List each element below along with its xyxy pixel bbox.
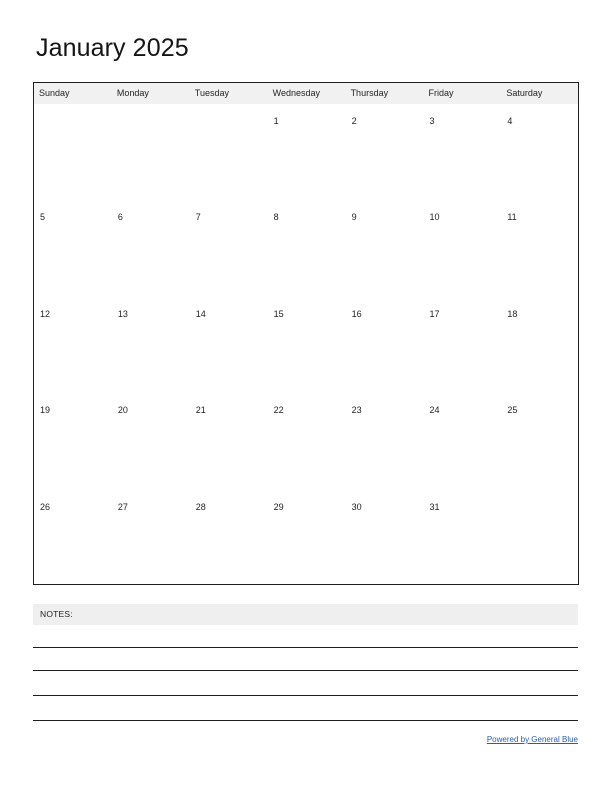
calendar-week-row: 12 13 14 15 16 17 18 bbox=[34, 297, 578, 393]
day-number: 30 bbox=[351, 501, 362, 512]
calendar-week-row: 5 6 7 8 9 10 11 bbox=[34, 200, 578, 296]
day-number: 6 bbox=[117, 212, 123, 223]
calendar-day-cell[interactable]: 31 bbox=[423, 490, 501, 586]
calendar-day-cell[interactable]: 26 bbox=[34, 490, 112, 586]
powered-by-link[interactable]: Powered by General Blue bbox=[487, 735, 578, 744]
day-number: 31 bbox=[429, 501, 440, 512]
weekday-header-monday: Monday bbox=[116, 88, 149, 98]
calendar-day-cell[interactable]: 11 bbox=[501, 200, 579, 296]
day-number: 1 bbox=[273, 116, 279, 126]
calendar-week-row: 1 2 3 4 bbox=[34, 104, 578, 200]
calendar-day-cell[interactable]: 7 bbox=[190, 200, 268, 296]
day-number: 18 bbox=[507, 308, 518, 319]
calendar-day-cell[interactable] bbox=[190, 104, 268, 200]
calendar-day-cell[interactable]: 1 bbox=[268, 104, 346, 200]
day-number: 21 bbox=[195, 405, 206, 416]
calendar-week-row: 26 27 28 29 30 31 bbox=[34, 490, 578, 586]
footer: Powered by General Blue bbox=[0, 729, 578, 747]
calendar-day-cell[interactable]: 19 bbox=[34, 393, 112, 489]
calendar-day-cell[interactable]: 8 bbox=[268, 200, 346, 296]
calendar-day-cell[interactable]: 23 bbox=[346, 393, 424, 489]
calendar-day-cell[interactable]: 12 bbox=[34, 297, 112, 393]
notes-section-header: NOTES: bbox=[33, 604, 578, 625]
calendar-day-cell[interactable]: 20 bbox=[112, 393, 190, 489]
weekday-header-wednesday: Wednesday bbox=[272, 88, 321, 98]
day-number: 9 bbox=[351, 212, 357, 223]
weekday-header-row: Sunday Monday Tuesday Wednesday Thursday… bbox=[34, 83, 578, 104]
calendar-day-cell[interactable]: 4 bbox=[501, 104, 579, 200]
notes-line[interactable] bbox=[33, 720, 578, 721]
day-number: 14 bbox=[195, 308, 206, 319]
calendar-day-cell[interactable]: 2 bbox=[346, 104, 424, 200]
calendar-day-cell[interactable]: 30 bbox=[346, 490, 424, 586]
calendar-page: January 2025 Sunday Monday Tuesday Wedne… bbox=[0, 0, 612, 792]
calendar-day-cell[interactable]: 15 bbox=[268, 297, 346, 393]
day-number: 12 bbox=[40, 308, 51, 319]
calendar-day-cell[interactable] bbox=[34, 104, 112, 200]
day-number: 19 bbox=[40, 405, 51, 416]
day-number: 3 bbox=[429, 116, 435, 126]
calendar-day-cell[interactable]: 25 bbox=[501, 393, 579, 489]
day-number: 10 bbox=[429, 212, 440, 223]
calendar-week-row: 19 20 21 22 23 24 25 bbox=[34, 393, 578, 489]
calendar-day-cell[interactable]: 22 bbox=[268, 393, 346, 489]
calendar-day-cell[interactable] bbox=[501, 490, 579, 586]
day-number: 26 bbox=[40, 501, 51, 512]
day-number: 24 bbox=[429, 405, 440, 416]
calendar-day-cell[interactable]: 29 bbox=[268, 490, 346, 586]
day-number: 20 bbox=[117, 405, 128, 416]
calendar-day-cell[interactable]: 14 bbox=[190, 297, 268, 393]
day-number: 11 bbox=[507, 212, 517, 223]
day-number: 7 bbox=[195, 212, 201, 223]
day-number: 23 bbox=[351, 405, 362, 416]
notes-lines bbox=[33, 625, 578, 725]
calendar-day-cell[interactable]: 18 bbox=[501, 297, 579, 393]
calendar-day-cell[interactable]: 5 bbox=[34, 200, 112, 296]
calendar-day-cell[interactable]: 13 bbox=[112, 297, 190, 393]
day-number: 4 bbox=[507, 116, 513, 126]
calendar-day-cell[interactable]: 10 bbox=[423, 200, 501, 296]
calendar-day-cell[interactable]: 24 bbox=[423, 393, 501, 489]
day-number: 27 bbox=[117, 501, 128, 512]
weekday-header-saturday: Saturday bbox=[506, 88, 543, 98]
page-title: January 2025 bbox=[36, 34, 189, 62]
day-number: 22 bbox=[273, 405, 284, 416]
calendar-day-cell[interactable]: 17 bbox=[423, 297, 501, 393]
weekday-header-friday: Friday bbox=[428, 88, 454, 98]
day-number: 13 bbox=[117, 308, 128, 319]
calendar-day-cell[interactable] bbox=[112, 104, 190, 200]
day-number: 17 bbox=[429, 308, 440, 319]
day-number: 16 bbox=[351, 308, 362, 319]
calendar-day-cell[interactable]: 9 bbox=[346, 200, 424, 296]
day-number: 29 bbox=[273, 501, 284, 512]
notes-line[interactable] bbox=[33, 695, 578, 696]
weekday-header-thursday: Thursday bbox=[350, 88, 389, 98]
calendar-day-cell[interactable]: 6 bbox=[112, 200, 190, 296]
day-number: 28 bbox=[195, 501, 206, 512]
day-number: 2 bbox=[351, 116, 357, 126]
weekday-header-sunday: Sunday bbox=[39, 88, 70, 98]
day-number: 5 bbox=[40, 212, 46, 223]
day-number: 25 bbox=[507, 405, 518, 416]
calendar-day-cell[interactable]: 27 bbox=[112, 490, 190, 586]
calendar-day-cell[interactable]: 28 bbox=[190, 490, 268, 586]
weekday-header-tuesday: Tuesday bbox=[194, 88, 229, 98]
day-number: 8 bbox=[273, 212, 279, 223]
calendar-grid: Sunday Monday Tuesday Wednesday Thursday… bbox=[33, 82, 579, 585]
calendar-weeks: 1 2 3 4 5 6 7 8 9 10 11 12 13 14 15 16 1… bbox=[34, 104, 578, 583]
calendar-day-cell[interactable]: 21 bbox=[190, 393, 268, 489]
notes-line[interactable] bbox=[33, 647, 578, 648]
calendar-day-cell[interactable]: 3 bbox=[423, 104, 501, 200]
notes-label: NOTES: bbox=[40, 609, 73, 619]
notes-line[interactable] bbox=[33, 670, 578, 671]
calendar-day-cell[interactable]: 16 bbox=[346, 297, 424, 393]
day-number: 15 bbox=[273, 308, 284, 319]
